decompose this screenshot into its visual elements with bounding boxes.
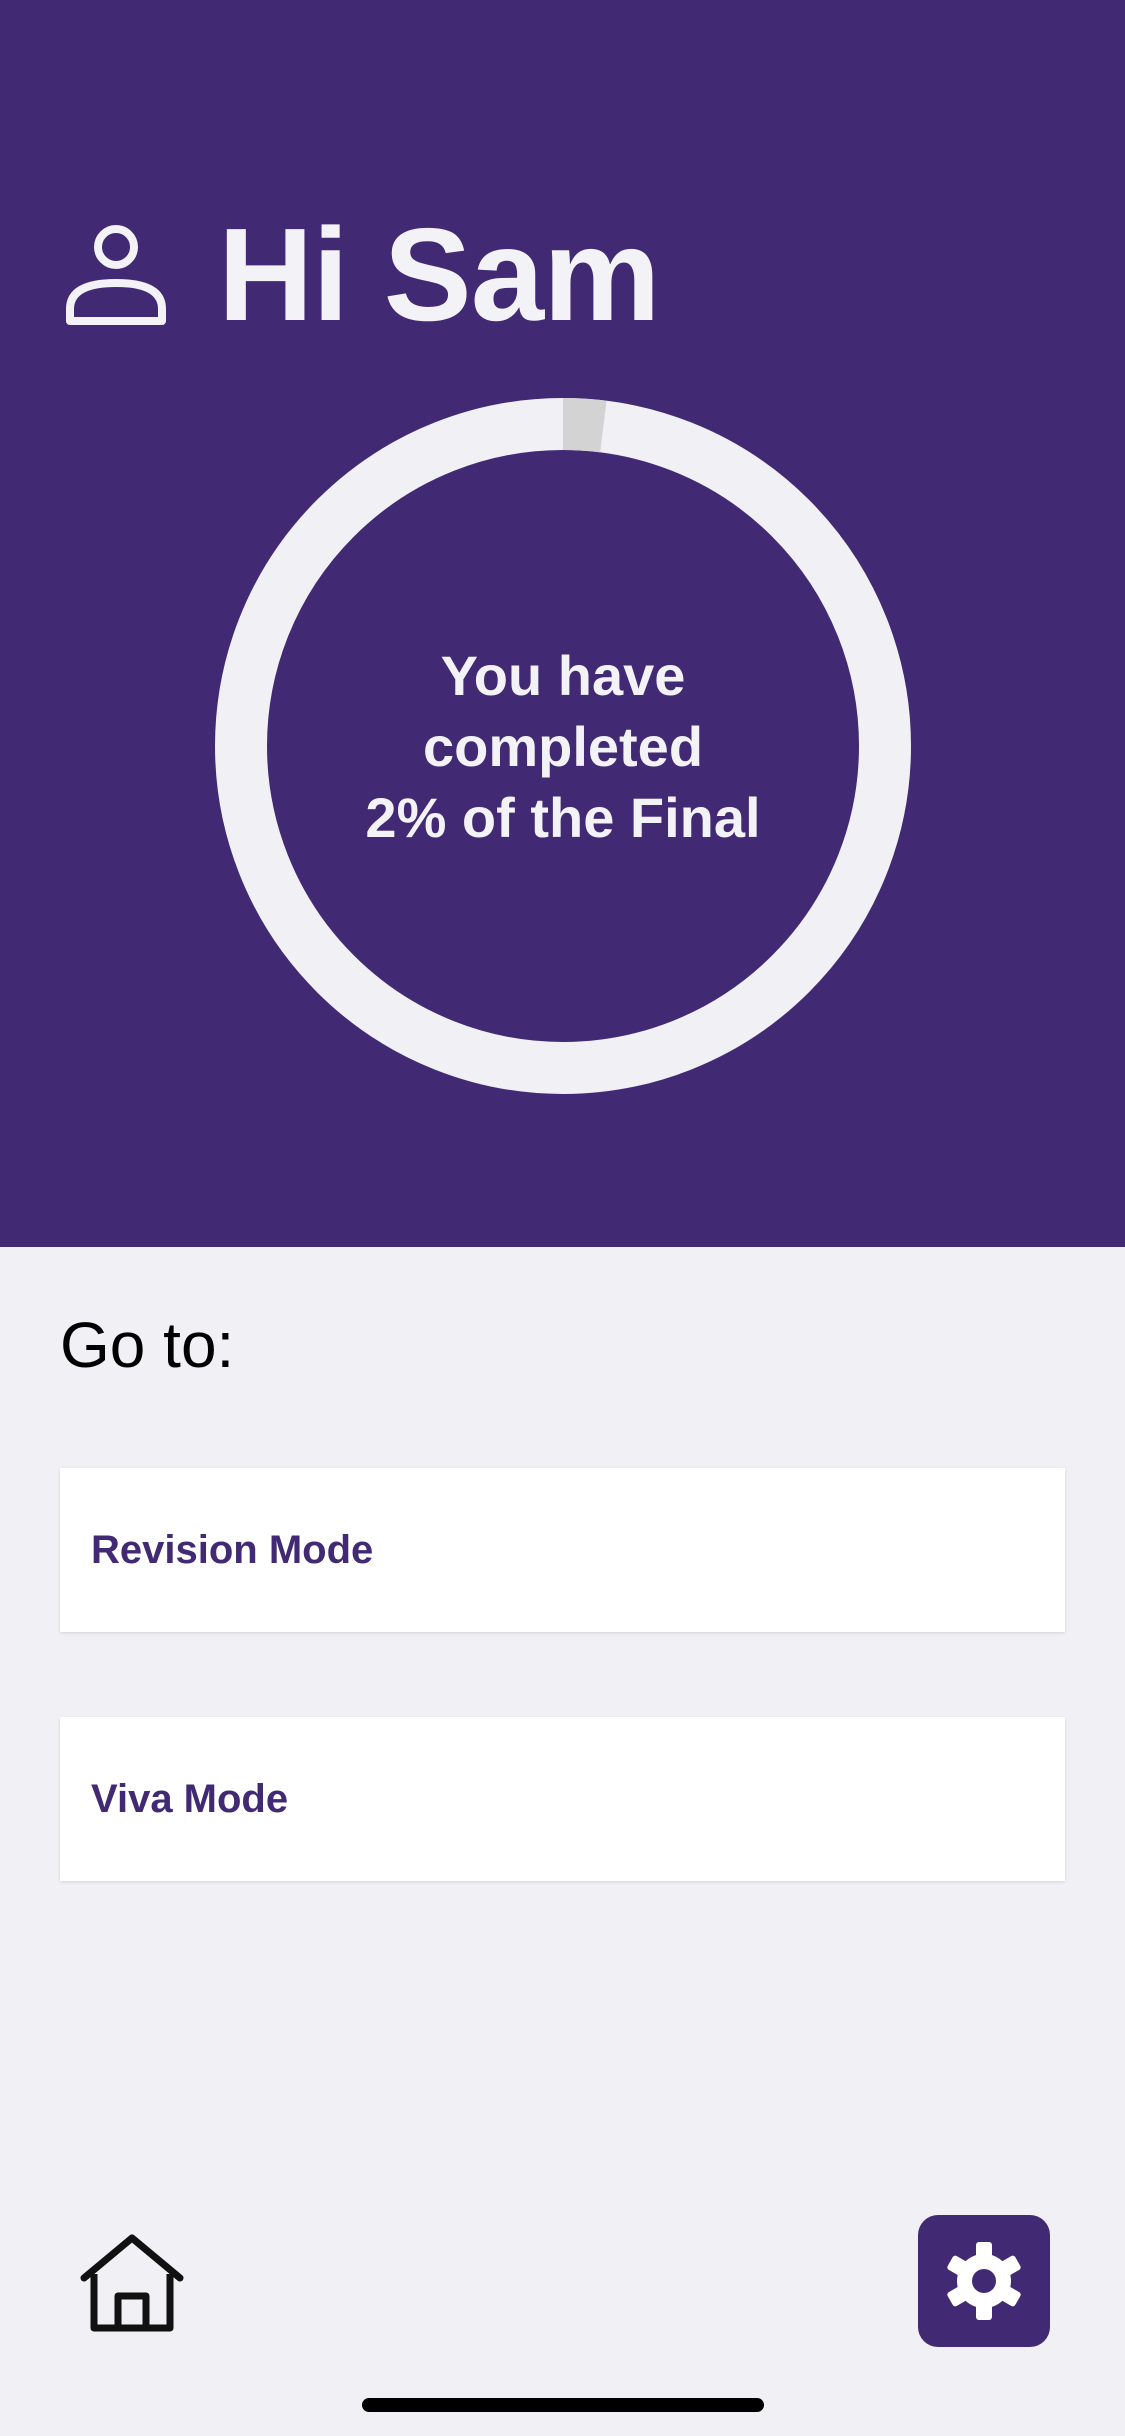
- header-panel: Hi Sam You have completed 2% of the Fina…: [0, 0, 1125, 1247]
- goto-heading: Go to:: [60, 1309, 235, 1381]
- revision-mode-button[interactable]: Revision Mode: [60, 1468, 1065, 1632]
- viva-mode-label: Viva Mode: [91, 1776, 289, 1821]
- greeting: Hi Sam: [64, 200, 660, 350]
- user-icon: [66, 225, 166, 325]
- settings-button[interactable]: [918, 2215, 1050, 2347]
- progress-line-1: You have: [440, 643, 686, 707]
- viva-mode-button[interactable]: Viva Mode: [60, 1717, 1065, 1881]
- progress-line-2: completed: [422, 714, 704, 778]
- home-icon: [80, 2234, 184, 2332]
- progress-text: You have completed 2% of the Final: [214, 397, 912, 1095]
- home-indicator: [362, 2398, 764, 2412]
- revision-mode-label: Revision Mode: [91, 1527, 374, 1572]
- progress-line-3: 2% of the Final: [365, 785, 761, 849]
- progress-ring: You have completed 2% of the Final: [214, 397, 912, 1095]
- gear-icon: [947, 2242, 1021, 2320]
- home-button[interactable]: [78, 2230, 186, 2338]
- greeting-title: Hi Sam: [218, 201, 660, 348]
